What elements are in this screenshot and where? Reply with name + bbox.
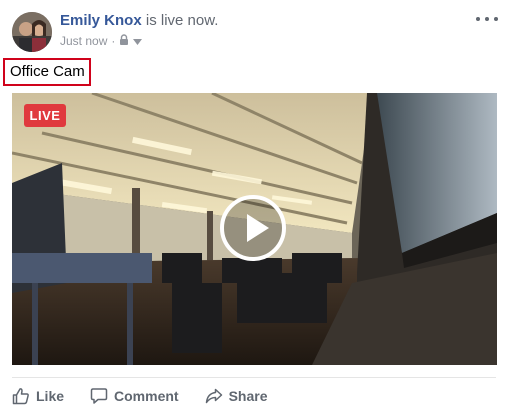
like-label: Like — [36, 388, 65, 404]
live-video-player[interactable]: LIVE — [12, 93, 497, 365]
comment-button[interactable]: Comment — [90, 387, 179, 405]
live-badge: LIVE — [24, 104, 66, 127]
thumbs-up-icon — [12, 388, 29, 405]
author-name[interactable]: Emily Knox — [60, 12, 142, 29]
action-bar: Like Comment Share — [12, 382, 294, 410]
play-icon[interactable] — [220, 195, 286, 261]
share-label: Share — [228, 388, 268, 404]
lock-icon — [119, 34, 129, 48]
meta-separator: · — [111, 34, 116, 48]
live-status-text: is live now. — [141, 12, 219, 29]
post-text: Office Cam — [3, 58, 91, 86]
comment-label: Comment — [114, 388, 179, 404]
like-button[interactable]: Like — [12, 387, 64, 405]
avatar[interactable] — [12, 12, 52, 52]
more-options-icon[interactable] — [476, 12, 498, 26]
post-meta: Just now · — [60, 34, 143, 48]
timestamp[interactable]: Just now — [60, 34, 107, 48]
share-button[interactable]: Share — [205, 387, 268, 405]
share-arrow-icon — [205, 388, 222, 404]
chevron-down-icon[interactable] — [133, 34, 143, 48]
speech-bubble-icon — [90, 388, 108, 404]
divider — [12, 377, 496, 378]
post-header: Emily Knox is live now. — [60, 12, 218, 29]
